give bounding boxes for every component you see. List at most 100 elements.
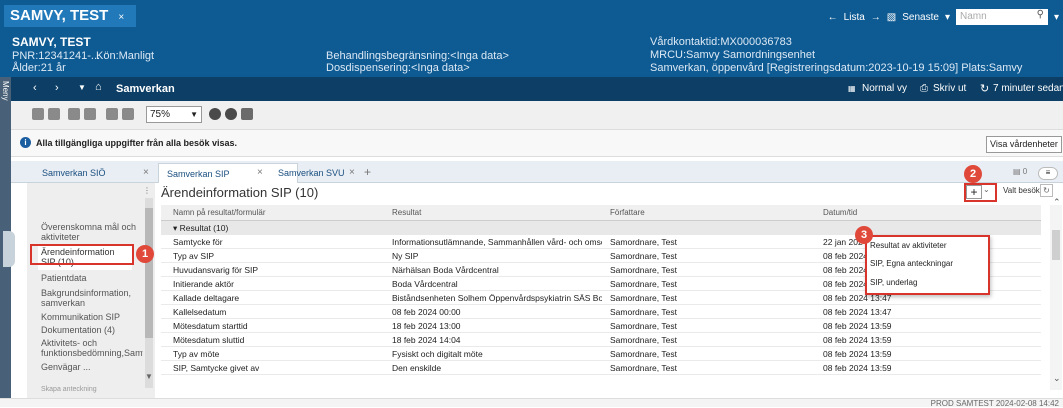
scroll-thumb[interactable] bbox=[1052, 230, 1060, 260]
table-row[interactable]: Kallelsedatum 08 feb 2024 00:00 Samordnare… bbox=[161, 305, 1041, 319]
page-icon[interactable] bbox=[68, 108, 80, 120]
close-icon[interactable]: × bbox=[257, 167, 263, 178]
cell: Samordnare, Test bbox=[610, 335, 677, 345]
tab-count-value: 0 bbox=[1022, 167, 1028, 176]
cell: 18 feb 2024 14:04 bbox=[392, 335, 461, 345]
chevron-down-icon[interactable]: ⌄ bbox=[1053, 373, 1061, 384]
add-tab-icon[interactable]: + bbox=[364, 165, 371, 179]
refresh-icon[interactable]: ↻ bbox=[1040, 184, 1053, 197]
home-icon[interactable]: ⌂ bbox=[95, 81, 102, 93]
normal-vy-icon: ▦ bbox=[848, 84, 856, 93]
cell: 08 feb 2024 13:59 bbox=[823, 363, 892, 373]
chevron-down-icon[interactable]: ▼ bbox=[145, 372, 153, 381]
sidebar-item-bakgrund[interactable]: Bakgrundsinformation, samverkan bbox=[41, 288, 141, 308]
top-nav: ← Lista → ▧ Senaste ▾ Namn ⚲ ▾ bbox=[828, 9, 1063, 25]
column-header[interactable]: Resultat bbox=[392, 208, 421, 217]
sidebar-item-aktivitets[interactable]: Aktivitets- och funktionsbedömning,Samv bbox=[41, 338, 143, 358]
sidebar-item-skapa[interactable]: Skapa anteckning bbox=[41, 385, 97, 395]
cell: Närhälsan Boda Vårdcentral bbox=[392, 265, 499, 275]
image-icon[interactable] bbox=[241, 108, 253, 120]
table-header bbox=[161, 205, 1041, 221]
cell: Informationsutlämnande, Sammanhållen vår… bbox=[392, 237, 602, 247]
sidebar-scrollbar[interactable] bbox=[145, 198, 153, 388]
chevron-down-icon[interactable]: ▼ bbox=[190, 110, 198, 119]
search-icon[interactable]: ⚲ bbox=[1037, 9, 1044, 20]
sidebar-item-overenskomna[interactable]: Överenskomna mål och aktiviteter bbox=[41, 222, 141, 242]
senaste-dropdown[interactable]: Senaste bbox=[902, 12, 939, 23]
tab-samverkan-svu[interactable]: Samverkan SVU bbox=[270, 163, 353, 183]
tab-label: Samverkan SVU bbox=[278, 168, 345, 178]
back-icon[interactable]: ‹ bbox=[33, 82, 37, 94]
cell: 08 feb 2024 13:47 bbox=[823, 307, 892, 317]
forward-arrow-icon[interactable]: → bbox=[871, 12, 881, 23]
sidebar-item-patientdata[interactable]: Patientdata bbox=[41, 273, 87, 283]
back-arrow-icon[interactable]: ← bbox=[828, 12, 838, 23]
cell: Mötesdatum sluttid bbox=[173, 335, 245, 345]
grip-icon[interactable]: ⋮ bbox=[143, 186, 151, 195]
table-row[interactable]: Mötesdatum sluttid 18 feb 2024 14:04 Samor… bbox=[161, 333, 1041, 347]
menu-item-egna-anteckningar[interactable]: SIP, Egna anteckningar bbox=[870, 259, 953, 268]
normal-vy-button[interactable]: Normal vy bbox=[862, 83, 907, 94]
patient-search-input[interactable]: Namn ⚲ bbox=[955, 9, 1048, 25]
highlight-box bbox=[30, 244, 134, 265]
sidebar-toggle-handle[interactable] bbox=[3, 231, 15, 267]
status-bar: PROD SAMTEST 2024-02-08 14:42 bbox=[0, 398, 1063, 408]
close-icon[interactable]: × bbox=[143, 167, 149, 178]
samverkan-info: Samverkan, öppenvård [Registreringsdatum… bbox=[650, 62, 1023, 74]
section-title: Ärendeinformation SIP (10) bbox=[161, 185, 319, 200]
cell: Ny SIP bbox=[392, 251, 419, 261]
binoculars-icon[interactable] bbox=[32, 108, 44, 120]
menu-item-sip-underlag[interactable]: SIP, underlag bbox=[870, 278, 917, 287]
cell: 08 feb 2024 13:59 bbox=[823, 349, 892, 359]
lista-link[interactable]: Lista bbox=[844, 12, 865, 23]
table-row[interactable]: Typ av möte Fysiskt och digitalt möte Samo… bbox=[161, 347, 1041, 361]
zoom-select[interactable]: 75% ▼ bbox=[146, 106, 202, 123]
patient-age: Ålder:21 år bbox=[12, 62, 66, 74]
visa-vardenheter-button[interactable]: Visa vårdenheter bbox=[986, 136, 1062, 153]
close-icon[interactable]: × bbox=[118, 12, 124, 23]
forward-icon[interactable]: › bbox=[55, 82, 59, 94]
menu-icon[interactable]: ≡ bbox=[1038, 167, 1058, 180]
document-icon[interactable] bbox=[48, 108, 60, 120]
group-row[interactable]: ▾ Resultat (10) bbox=[161, 221, 1041, 235]
behandlingsbegransning: Behandlingsbegränsning:<Inga data> bbox=[326, 50, 509, 62]
chevron-down-icon[interactable]: ▼ bbox=[78, 83, 86, 92]
column-header[interactable]: Namn på resultat/formulär bbox=[173, 208, 265, 217]
patient-tab[interactable]: SAMVY, TEST × bbox=[4, 5, 136, 27]
cell: Boda Vårdcentral bbox=[392, 279, 458, 289]
circle-icon[interactable] bbox=[225, 108, 237, 120]
zoom-out-icon[interactable] bbox=[122, 108, 134, 120]
table-scrollbar[interactable] bbox=[1050, 205, 1062, 390]
table-row[interactable]: Mötesdatum starttid 18 feb 2024 13:00 Samo… bbox=[161, 319, 1041, 333]
chevron-down-icon[interactable]: ▾ bbox=[1054, 12, 1059, 23]
cell: 08 feb 2024 00:00 bbox=[392, 307, 461, 317]
step-badge: 2 bbox=[964, 165, 982, 183]
refresh-icon[interactable]: ↻ bbox=[980, 82, 989, 95]
tab-samverkan-sio[interactable]: Samverkan SIÖ bbox=[34, 163, 114, 183]
valt-besok-label[interactable]: Valt besök bbox=[1003, 186, 1040, 195]
sidebar-item-kommunikation[interactable]: Kommunikation SIP bbox=[41, 312, 120, 322]
meny-label: Meny bbox=[1, 81, 10, 101]
cell: SIP, Samtycke givet av bbox=[173, 363, 260, 373]
print-button[interactable]: Skriv ut bbox=[933, 83, 966, 94]
sidebar-item-genvagar[interactable]: Genvägar ... bbox=[41, 362, 91, 372]
chevron-down-icon[interactable]: ▾ bbox=[945, 12, 950, 23]
cell: Initierande aktör bbox=[173, 279, 234, 289]
page-next-icon[interactable] bbox=[84, 108, 96, 120]
column-header[interactable]: Datum/tid bbox=[823, 208, 857, 217]
circle-icon[interactable] bbox=[209, 108, 221, 120]
cell: Samordnare, Test bbox=[610, 237, 677, 247]
context-title: Samverkan bbox=[116, 83, 175, 95]
table-row[interactable]: SIP, Samtycke givet av Den enskilde Samord… bbox=[161, 361, 1041, 375]
menu-item-resultat-aktiviteter[interactable]: Resultat av aktiviteter bbox=[870, 241, 946, 250]
scroll-thumb[interactable] bbox=[145, 208, 153, 338]
patient-info-panel: SAMVY, TEST PNR:12341241-... Kön:Manligt… bbox=[0, 33, 1063, 77]
cell: 08 feb 2024 13:59 bbox=[823, 321, 892, 331]
cell: 18 feb 2024 13:00 bbox=[392, 321, 461, 331]
close-icon[interactable]: × bbox=[349, 167, 355, 178]
cell: Samordnare, Test bbox=[610, 293, 677, 303]
tab-label: Samverkan SIÖ bbox=[42, 168, 106, 178]
zoom-in-icon[interactable] bbox=[106, 108, 118, 120]
column-header[interactable]: Författare bbox=[610, 208, 645, 217]
sidebar-item-dokumentation[interactable]: Dokumentation (4) bbox=[41, 325, 115, 335]
